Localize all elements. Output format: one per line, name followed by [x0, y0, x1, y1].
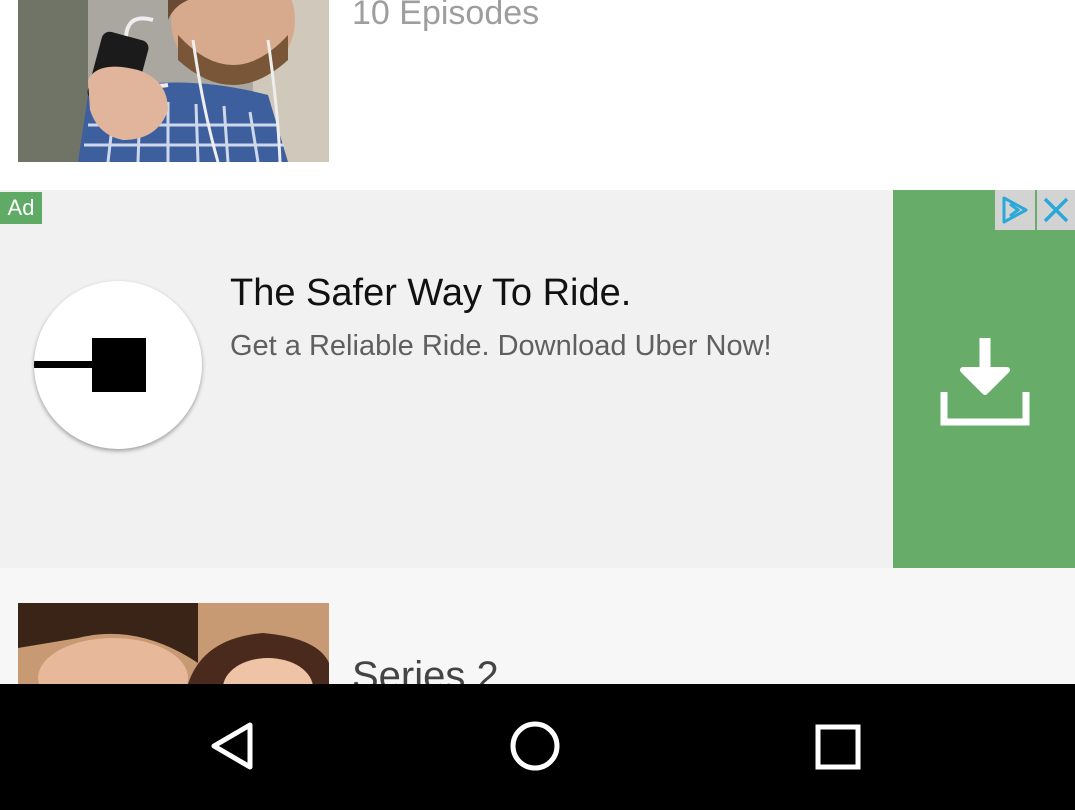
back-button[interactable] [201, 714, 265, 778]
ad-logo [34, 281, 202, 449]
series-thumbnail [18, 0, 329, 162]
back-triangle-icon [211, 722, 253, 770]
man-with-earphones-photo [18, 0, 329, 162]
native-ad-banner[interactable]: Ad The Safer Way To Ride. Get a Reliable… [0, 190, 1075, 568]
adchoices-icon [1002, 196, 1028, 224]
ad-body-text[interactable]: Get a Reliable Ride. Download Uber Now! [230, 330, 772, 363]
series-episode-count: 10 Episodes [352, 0, 540, 32]
ad-close-button[interactable] [1037, 190, 1075, 230]
adchoices-button[interactable] [995, 190, 1035, 230]
recents-square-icon [815, 724, 861, 770]
ad-badge: Ad [0, 192, 42, 224]
ad-headline[interactable]: The Safer Way To Ride. [230, 272, 631, 315]
close-icon [1043, 197, 1069, 223]
navigation-bar [0, 684, 1075, 810]
ad-download-button[interactable] [893, 190, 1075, 568]
couple-photo [18, 603, 329, 684]
recents-button[interactable] [806, 714, 870, 778]
series-list-item[interactable]: 10 Episodes [0, 0, 1075, 190]
series-thumbnail [18, 603, 329, 684]
series-list-item[interactable]: Series 2 [0, 568, 1075, 698]
home-circle-icon [510, 721, 560, 771]
download-icon [940, 338, 1030, 426]
uber-logo-icon [34, 338, 146, 392]
home-button[interactable] [503, 714, 567, 778]
